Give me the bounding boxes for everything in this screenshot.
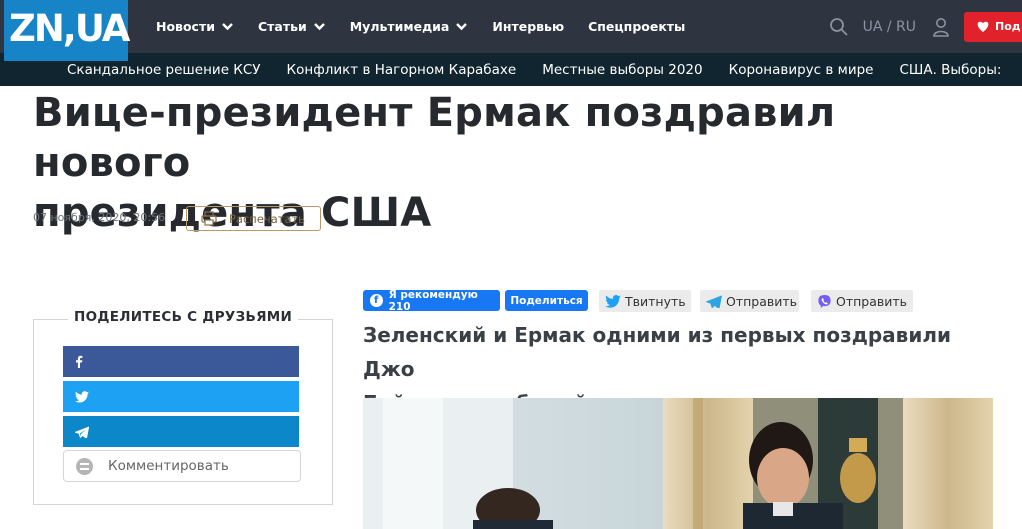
comment-label: Комментировать — [108, 458, 229, 474]
article-title: Вице-президент Ермак поздравил нового пр… — [33, 88, 993, 238]
nav-item-news[interactable]: Новости — [156, 19, 234, 34]
trending-scroll-edge — [1004, 53, 1022, 86]
facebook-share-button[interactable]: Поделиться — [505, 290, 588, 311]
support-button[interactable]: Под — [964, 11, 1022, 42]
top-navbar: Новости Статьи Мультимедиа Интервью Спец… — [0, 0, 1022, 53]
trending-topic[interactable]: Конфликт в Нагорном Карабахе — [287, 62, 517, 78]
chevron-down-icon — [222, 23, 233, 31]
nav-item-label: Статьи — [257, 19, 307, 34]
viber-send-button[interactable]: Отправить — [811, 290, 913, 312]
nav-item-label: Мультимедиа — [349, 19, 450, 34]
print-icon — [201, 211, 217, 226]
nav-item-label: Новости — [156, 19, 215, 34]
main-nav: Новости Статьи Мультимедиа Интервью Спец… — [156, 0, 709, 53]
share-twitter-button[interactable] — [63, 381, 299, 412]
trending-topics-list: Скандальное решение КСУ Конфликт в Нагор… — [67, 53, 1022, 86]
print-button[interactable]: Распечатать — [186, 206, 321, 231]
viber-icon — [818, 294, 831, 308]
telegram-send-button[interactable]: Отправить — [700, 290, 799, 312]
language-switch[interactable]: UA / RU — [863, 19, 916, 35]
share-facebook-button[interactable] — [63, 346, 299, 377]
telegram-icon — [75, 426, 89, 438]
nav-item-label: Интервью — [492, 19, 565, 34]
nav-item-multimedia[interactable]: Мультимедиа — [350, 19, 469, 34]
tweet-button[interactable]: Твитнуть — [599, 290, 691, 312]
telegram-icon — [706, 295, 722, 308]
nav-item-articles[interactable]: Статьи — [258, 19, 326, 34]
trending-topics-bar: Скандальное решение КСУ Конфликт в Нагор… — [0, 53, 1022, 86]
nav-item-specprojects[interactable]: Спецпроекты — [588, 19, 685, 34]
facebook-icon: f — [370, 294, 383, 307]
article-photo — [363, 398, 993, 529]
chevron-down-icon — [313, 23, 325, 31]
facebook-recommend-label: Я рекомендую 210 — [388, 288, 478, 313]
article-date: 07 ноября, 2020, 20:56 — [33, 211, 166, 224]
facebook-recommend-button[interactable]: f Я рекомендую 210 — [363, 288, 500, 313]
viber-send-label: Отправить — [836, 293, 908, 309]
article-title-line: Вице-президент Ермак поздравил нового — [33, 90, 836, 186]
comment-icon — [76, 457, 93, 475]
telegram-send-label: Отправить — [726, 293, 798, 309]
article-lead-line: Зеленский и Ермак одними из первых поздр… — [363, 323, 951, 381]
comment-button[interactable]: Комментировать — [63, 450, 301, 482]
facebook-icon — [76, 355, 83, 368]
heart-icon — [977, 21, 989, 32]
share-box: ПОДЕЛИТЕСЬ С ДРУЗЬЯМИ Комментировать — [33, 309, 333, 505]
user-icon[interactable] — [932, 17, 950, 37]
top-right-tools: UA / RU Под — [829, 0, 1022, 53]
support-label: Под — [995, 20, 1021, 33]
share-telegram-button[interactable] — [63, 416, 299, 447]
search-icon[interactable] — [829, 17, 849, 37]
chevron-down-icon — [456, 23, 468, 31]
trending-topic[interactable]: Коронавирус в мире — [729, 62, 874, 78]
nav-item-interviews[interactable]: Интервью — [492, 19, 564, 34]
nav-item-label: Спецпроекты — [588, 19, 686, 34]
share-title: ПОДЕЛИТЕСЬ С ДРУЗЬЯМИ — [68, 309, 299, 325]
article-photo-image — [363, 398, 993, 529]
site-logo[interactable]: ZN,UA — [4, 0, 130, 61]
trending-topic[interactable]: Местные выборы 2020 — [542, 62, 702, 78]
logo-text: ZN,UA — [9, 7, 130, 50]
trending-topic[interactable]: Скандальное решение КСУ — [67, 62, 261, 78]
twitter-icon — [75, 390, 89, 403]
twitter-icon — [605, 294, 621, 308]
tweet-label: Твитнуть — [625, 293, 686, 309]
print-label: Распечатать — [229, 211, 305, 226]
facebook-share-label: Поделиться — [510, 294, 583, 307]
